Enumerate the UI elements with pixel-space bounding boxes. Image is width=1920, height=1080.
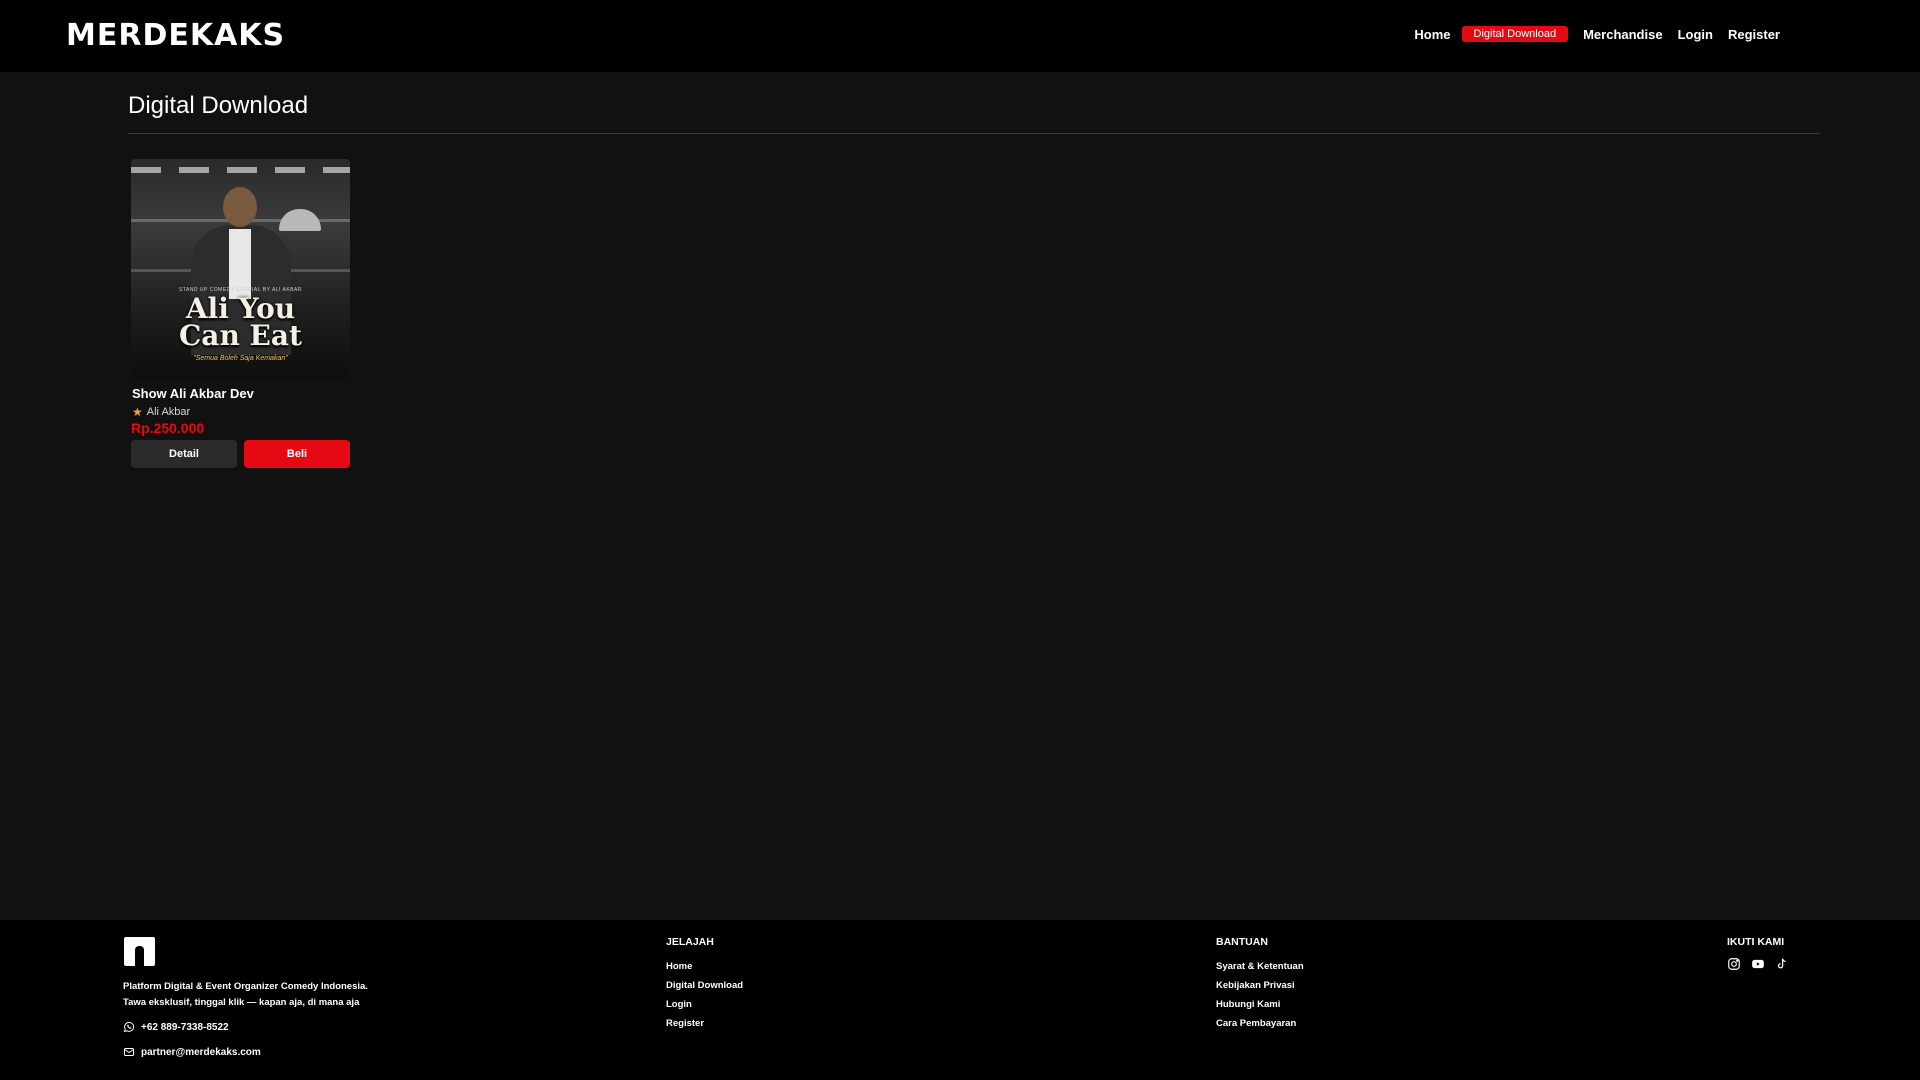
poster-title-line: Can Eat bbox=[179, 319, 302, 352]
top-navbar: MERDEKAKS Home Digital Download Merchand… bbox=[0, 0, 1920, 72]
page-title: Digital Download bbox=[128, 92, 309, 119]
footer-description-line: Platform Digital & Event Organizer Comed… bbox=[123, 981, 368, 992]
nav-register[interactable]: Register bbox=[1728, 27, 1780, 42]
nav-login[interactable]: Login bbox=[1678, 27, 1713, 42]
product-artist: ★ Ali Akbar bbox=[131, 406, 350, 418]
footer-explore-heading: JELAJAH bbox=[666, 936, 714, 948]
footer-explore: JELAJAH Home Digital Download Login Regi… bbox=[666, 936, 743, 1033]
poster-title-line: Ali You bbox=[185, 292, 296, 325]
instagram-icon[interactable] bbox=[1727, 957, 1741, 971]
title-divider bbox=[128, 133, 1820, 134]
footer-help-heading: BANTUAN bbox=[1216, 936, 1268, 948]
phone-number: +62 889-7338-8522 bbox=[141, 1021, 229, 1033]
email-address: partner@merdekaks.com bbox=[141, 1046, 261, 1058]
product-card: STAND UP COMEDY SPECIAL BY ALI AKBAR Ali… bbox=[131, 159, 350, 468]
footer-follow: IKUTI KAMI bbox=[1727, 936, 1789, 971]
footer-link-digital-download[interactable]: Digital Download bbox=[666, 976, 743, 995]
footer-help: BANTUAN Syarat & Ketentuan Kebijakan Pri… bbox=[1216, 936, 1304, 1033]
detail-button[interactable]: Detail bbox=[131, 440, 237, 468]
site-footer: Platform Digital & Event Organizer Comed… bbox=[0, 920, 1920, 1080]
whatsapp-icon bbox=[123, 1021, 135, 1033]
poster-title: Ali You Can Eat bbox=[131, 292, 350, 352]
youtube-icon[interactable] bbox=[1751, 957, 1765, 971]
buy-button[interactable]: Beli bbox=[244, 440, 350, 468]
product-actions: Detail Beli bbox=[131, 440, 350, 468]
poster-cloche bbox=[279, 209, 321, 231]
nav-home[interactable]: Home bbox=[1414, 27, 1450, 42]
mail-icon bbox=[124, 1048, 134, 1056]
footer-link-terms[interactable]: Syarat & Ketentuan bbox=[1216, 957, 1304, 976]
product-thumbnail[interactable]: STAND UP COMEDY SPECIAL BY ALI AKBAR Ali… bbox=[131, 159, 350, 378]
product-title[interactable]: Show Ali Akbar Dev bbox=[131, 386, 350, 401]
poster-person-head bbox=[223, 187, 257, 227]
tiktok-icon[interactable] bbox=[1775, 957, 1789, 971]
main-nav: Home Digital Download Merchandise Login … bbox=[1400, 26, 1780, 42]
star-icon: ★ bbox=[132, 405, 143, 419]
nav-merchandise[interactable]: Merchandise bbox=[1583, 27, 1662, 42]
footer-link-payment[interactable]: Cara Pembayaran bbox=[1216, 1014, 1304, 1033]
footer-logo-cutout bbox=[135, 946, 144, 966]
footer-email[interactable]: partner@merdekaks.com bbox=[123, 1046, 261, 1058]
social-links bbox=[1727, 957, 1789, 971]
footer-description-line: Tawa eksklusif, tinggal klik — kapan aja… bbox=[123, 997, 360, 1008]
footer-logo[interactable] bbox=[124, 937, 155, 966]
footer-link-home[interactable]: Home bbox=[666, 957, 743, 976]
poster-lights bbox=[131, 167, 350, 173]
footer-description: Platform Digital & Event Organizer Comed… bbox=[123, 979, 368, 1011]
product-price: Rp.250.000 bbox=[131, 420, 205, 436]
site-logo[interactable]: MERDEKAKS bbox=[66, 18, 285, 53]
footer-link-privacy[interactable]: Kebijakan Privasi bbox=[1216, 976, 1304, 995]
footer-link-contact[interactable]: Hubungi Kami bbox=[1216, 995, 1304, 1014]
poster-tagline: "Semua Boleh Saja Kemakan" bbox=[193, 355, 288, 362]
footer-phone[interactable]: +62 889-7338-8522 bbox=[123, 1021, 229, 1033]
footer-follow-heading: IKUTI KAMI bbox=[1727, 936, 1785, 948]
artist-name: Ali Akbar bbox=[146, 406, 191, 418]
footer-link-register[interactable]: Register bbox=[666, 1014, 743, 1033]
footer-link-login[interactable]: Login bbox=[666, 995, 743, 1014]
nav-digital-download[interactable]: Digital Download bbox=[1461, 26, 1569, 42]
